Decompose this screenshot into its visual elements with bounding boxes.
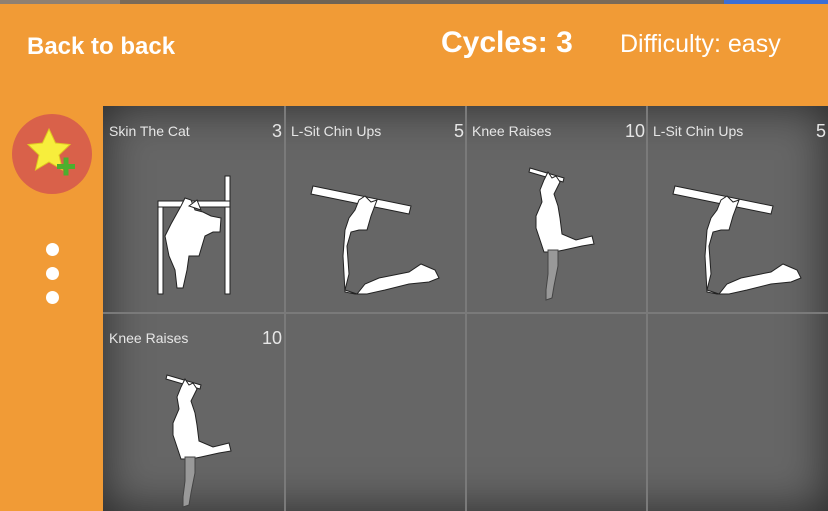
l-sit-chin-up-icon [672, 185, 802, 295]
exercise-tile[interactable]: L-Sit Chin Ups 5 [285, 106, 465, 312]
app-window: Back to back Cycles: 3 Difficulty: easy … [0, 0, 828, 511]
empty-tile [647, 313, 827, 511]
empty-tile [466, 313, 646, 511]
status-strip-segment [724, 0, 828, 4]
exercise-tile[interactable]: Knee Raises 10 [103, 313, 283, 511]
knee-raises-icon [528, 167, 595, 301]
empty-tile [285, 313, 465, 511]
star-plus-icon [26, 127, 75, 176]
add-favorite-button[interactable] [12, 114, 92, 194]
dot-icon [46, 267, 59, 280]
skin-the-cat-icon [157, 175, 231, 295]
status-strip-segment [260, 0, 360, 4]
status-strip-segment [0, 0, 120, 4]
status-strip [0, 0, 828, 4]
back-button[interactable]: Back to back [27, 33, 175, 61]
l-sit-chin-up-icon [310, 185, 440, 295]
more-options-button[interactable] [42, 240, 62, 310]
exercise-tile[interactable]: L-Sit Chin Ups 5 [647, 106, 827, 312]
dot-icon [46, 291, 59, 304]
exercise-tile[interactable]: Knee Raises 10 [466, 106, 646, 312]
exercise-tile[interactable]: Skin The Cat 3 [103, 106, 283, 312]
cycles-count: Cycles: 3 [441, 26, 573, 59]
exercise-grid: Skin The Cat 3 L-Sit Chin Ups 5 Knee Rai… [103, 106, 828, 511]
dot-icon [46, 243, 59, 256]
difficulty-label: Difficulty: easy [620, 30, 781, 58]
knee-raises-icon [165, 374, 232, 508]
